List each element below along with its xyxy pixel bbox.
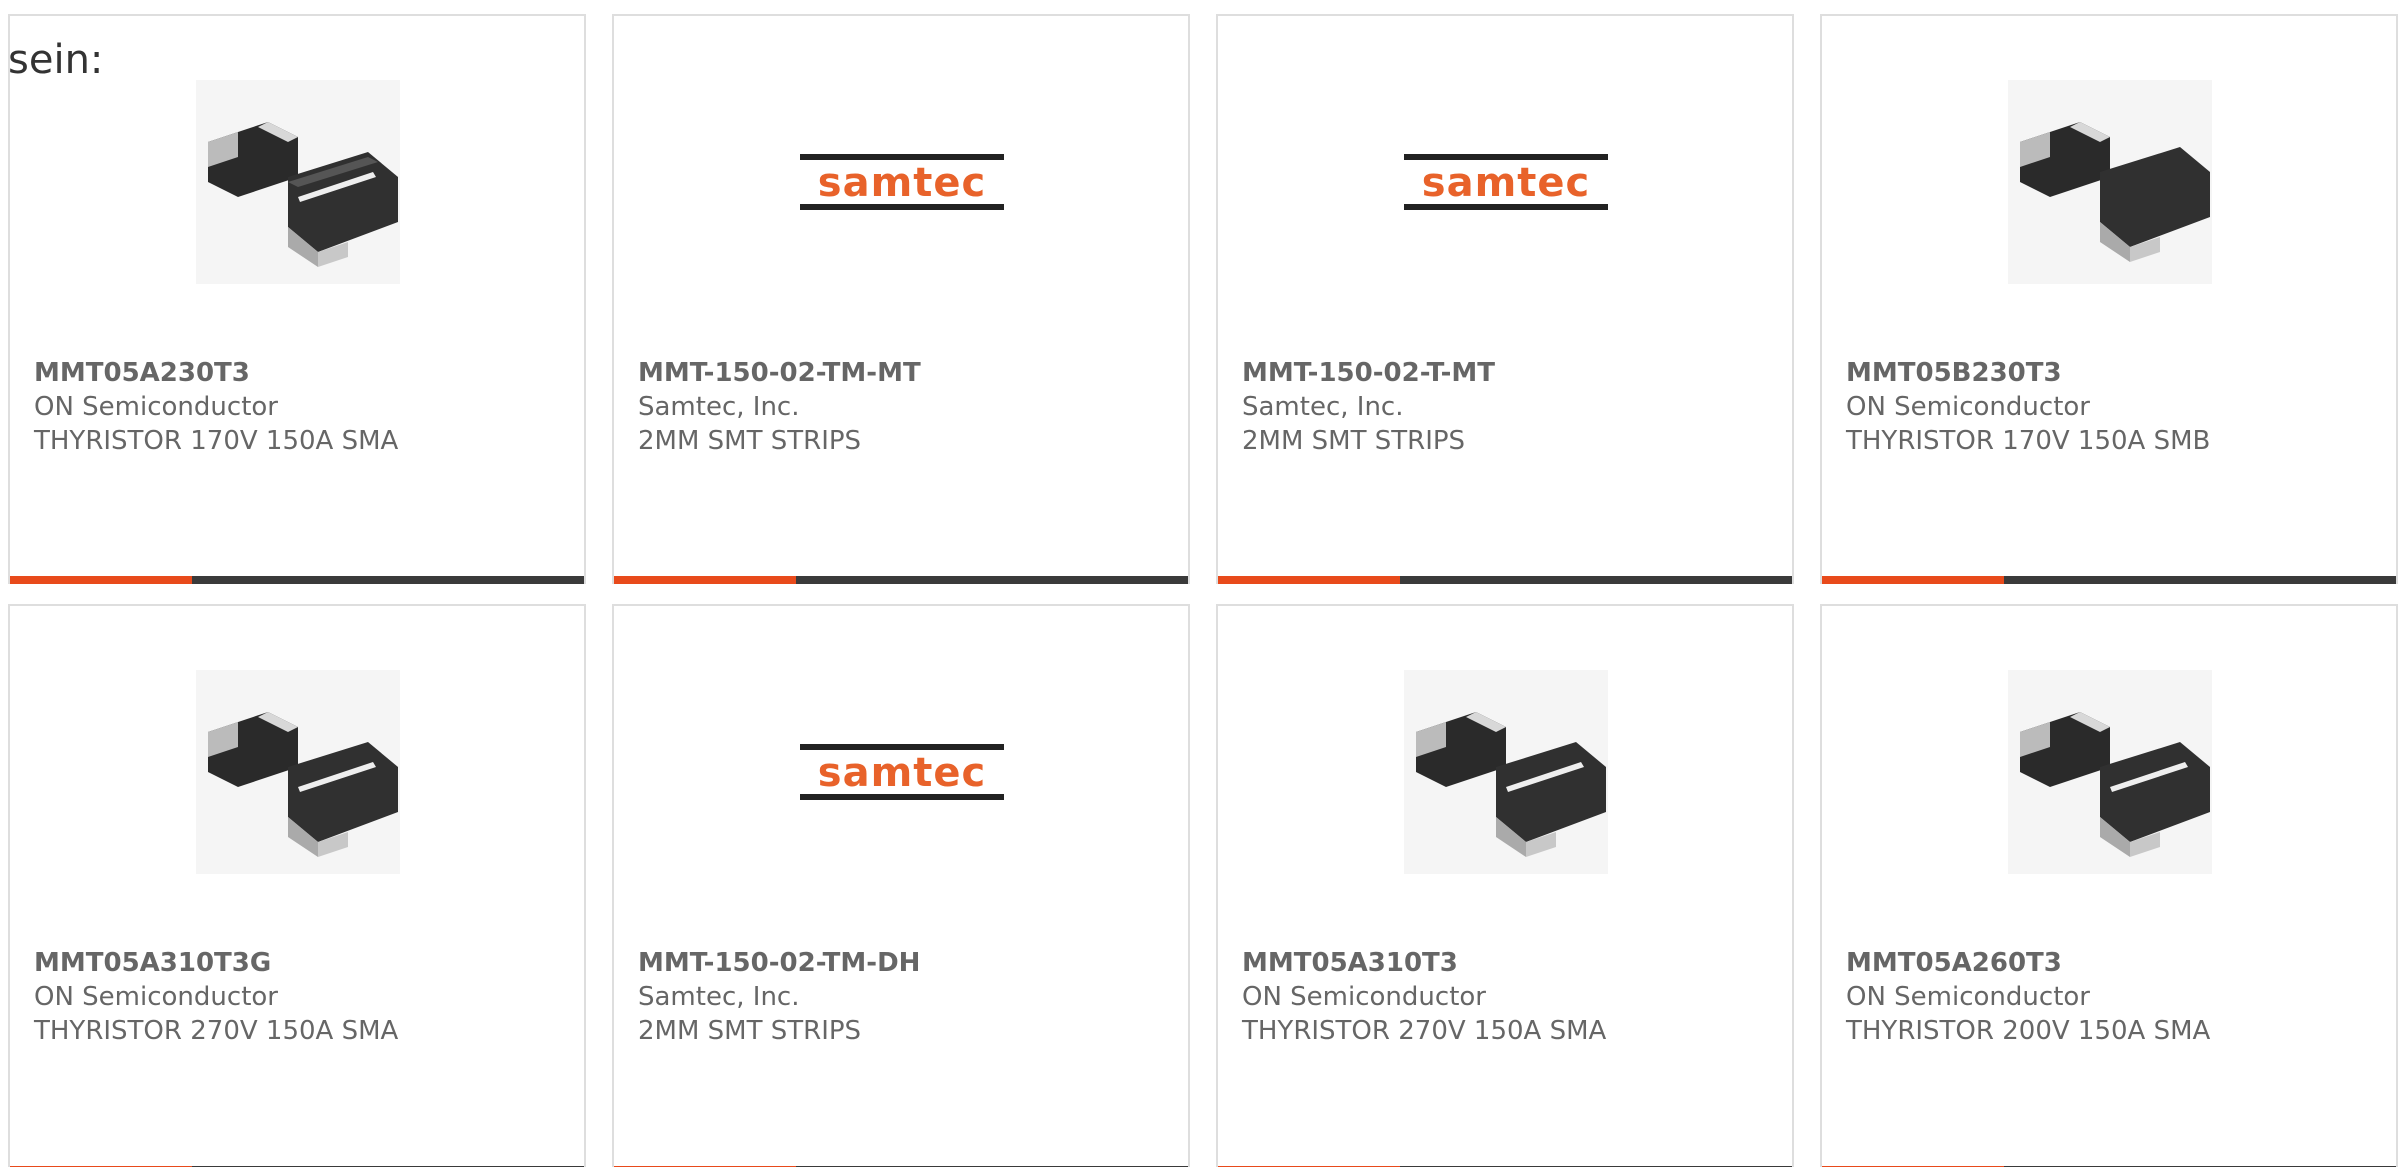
card-bottom-bar bbox=[10, 576, 584, 584]
product-card[interactable]: MMT05A310T3 ON Semiconductor THYRISTOR 2… bbox=[1216, 604, 1794, 1167]
product-card[interactable]: samtec MMT-150-02-TM-DH Samtec, Inc. 2MM… bbox=[612, 604, 1190, 1167]
manufacturer: Samtec, Inc. bbox=[638, 392, 800, 422]
card-accent-bar bbox=[1822, 576, 2004, 584]
samtec-logo-text: samtec bbox=[818, 160, 986, 206]
description: 2MM SMT STRIPS bbox=[1242, 426, 1466, 456]
sma-diode-icon bbox=[1404, 670, 1608, 874]
product-grid: MMT05A230T3 ON Semiconductor THYRISTOR 1… bbox=[8, 14, 2398, 1167]
manufacturer: ON Semiconductor bbox=[1846, 982, 2090, 1012]
manufacturer: ON Semiconductor bbox=[1846, 392, 2090, 422]
description: THYRISTOR 200V 150A SMA bbox=[1846, 1016, 2211, 1046]
product-info: MMT05A310T3 ON Semiconductor THYRISTOR 2… bbox=[1242, 946, 1606, 1048]
card-accent-bar bbox=[1218, 576, 1400, 584]
part-number: MMT-150-02-TM-DH bbox=[638, 948, 921, 978]
description: THYRISTOR 170V 150A SMB bbox=[1846, 426, 2211, 456]
sma-diode-icon bbox=[2008, 670, 2212, 874]
product-info: MMT05A310T3G ON Semiconductor THYRISTOR … bbox=[34, 946, 398, 1048]
part-number: MMT-150-02-T-MT bbox=[1242, 358, 1495, 388]
part-number: MMT05A230T3 bbox=[34, 358, 250, 388]
smb-diode-icon bbox=[2008, 80, 2212, 284]
product-info: MMT-150-02-T-MT Samtec, Inc. 2MM SMT STR… bbox=[1242, 356, 1495, 458]
product-card[interactable]: MMT05A230T3 ON Semiconductor THYRISTOR 1… bbox=[8, 14, 586, 584]
card-accent-bar bbox=[10, 576, 192, 584]
description: 2MM SMT STRIPS bbox=[638, 426, 862, 456]
description: THYRISTOR 270V 150A SMA bbox=[1242, 1016, 1607, 1046]
product-info: MMT05A230T3 ON Semiconductor THYRISTOR 1… bbox=[34, 356, 398, 458]
card-bottom-bar bbox=[614, 576, 1188, 584]
product-info: MMT-150-02-TM-DH Samtec, Inc. 2MM SMT ST… bbox=[638, 946, 920, 1048]
part-number: MMT05A260T3 bbox=[1846, 948, 2062, 978]
part-number: MMT05A310T3 bbox=[1242, 948, 1458, 978]
samtec-logo: samtec bbox=[800, 670, 1004, 874]
manufacturer: ON Semiconductor bbox=[34, 392, 278, 422]
product-card[interactable]: MMT05A260T3 ON Semiconductor THYRISTOR 2… bbox=[1820, 604, 2398, 1167]
samtec-logo: samtec bbox=[1404, 80, 1608, 284]
product-card[interactable]: MMT05A310T3G ON Semiconductor THYRISTOR … bbox=[8, 604, 586, 1167]
product-info: MMT-150-02-TM-MT Samtec, Inc. 2MM SMT ST… bbox=[638, 356, 921, 458]
card-bottom-bar bbox=[1218, 576, 1792, 584]
samtec-logo-text: samtec bbox=[1422, 160, 1590, 206]
product-info: MMT05B230T3 ON Semiconductor THYRISTOR 1… bbox=[1846, 356, 2210, 458]
intro-text: sein: bbox=[8, 37, 104, 83]
manufacturer: ON Semiconductor bbox=[1242, 982, 1486, 1012]
sma-diode-icon bbox=[196, 80, 400, 284]
sma-diode-icon bbox=[196, 670, 400, 874]
part-number: MMT05A310T3G bbox=[34, 948, 272, 978]
manufacturer: Samtec, Inc. bbox=[1242, 392, 1404, 422]
samtec-logo: samtec bbox=[800, 80, 1004, 284]
description: THYRISTOR 170V 150A SMA bbox=[34, 426, 399, 456]
card-accent-bar bbox=[614, 576, 796, 584]
description: THYRISTOR 270V 150A SMA bbox=[34, 1016, 399, 1046]
description: 2MM SMT STRIPS bbox=[638, 1016, 862, 1046]
product-grid-page: MMT05A230T3 ON Semiconductor THYRISTOR 1… bbox=[0, 0, 2400, 1167]
card-bottom-bar bbox=[1822, 576, 2396, 584]
manufacturer: Samtec, Inc. bbox=[638, 982, 800, 1012]
product-card[interactable]: samtec MMT-150-02-TM-MT Samtec, Inc. 2MM… bbox=[612, 14, 1190, 584]
manufacturer: ON Semiconductor bbox=[34, 982, 278, 1012]
part-number: MMT-150-02-TM-MT bbox=[638, 358, 921, 388]
product-info: MMT05A260T3 ON Semiconductor THYRISTOR 2… bbox=[1846, 946, 2210, 1048]
product-card[interactable]: samtec MMT-150-02-T-MT Samtec, Inc. 2MM … bbox=[1216, 14, 1794, 584]
samtec-logo-text: samtec bbox=[818, 750, 986, 796]
part-number: MMT05B230T3 bbox=[1846, 358, 2062, 388]
product-card[interactable]: MMT05B230T3 ON Semiconductor THYRISTOR 1… bbox=[1820, 14, 2398, 584]
